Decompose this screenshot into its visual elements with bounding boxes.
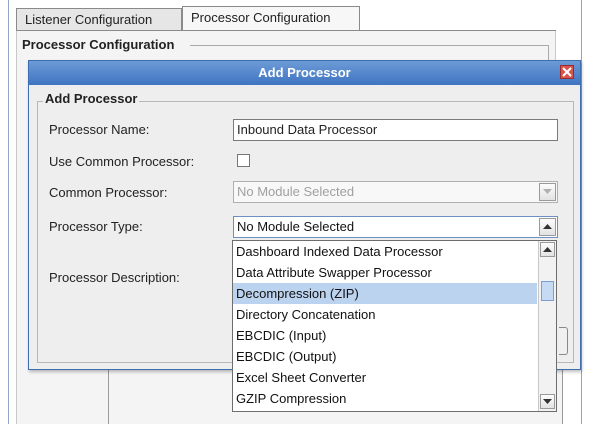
scroll-down-button[interactable] [540, 394, 555, 409]
list-item[interactable]: Excel Sheet Converter [233, 367, 537, 388]
processor-type-label: Processor Type: [49, 219, 143, 234]
common-processor-dropdown-button[interactable] [539, 183, 556, 201]
list-item[interactable]: EBCDIC (Output) [233, 346, 537, 367]
processor-name-label: Processor Name: [49, 122, 150, 137]
processor-type-dropdown-list: Dashboard Indexed Data Processor Data At… [232, 240, 557, 412]
common-processor-label: Common Processor: [49, 185, 168, 200]
tab-listener-configuration[interactable]: Listener Configuration [16, 8, 182, 30]
scrollbar-thumb[interactable] [541, 281, 554, 301]
panel-group-title: Processor Configuration [22, 37, 177, 52]
use-common-processor-checkbox[interactable] [237, 154, 250, 167]
list-item[interactable]: EBCDIC (Input) [233, 325, 537, 346]
processor-description-label: Processor Description: [49, 270, 180, 285]
list-item[interactable]: Data Attribute Swapper Processor [233, 262, 537, 283]
processor-type-value: No Module Selected [237, 219, 355, 234]
processor-type-select[interactable]: No Module Selected [233, 216, 558, 238]
use-common-processor-label: Use Common Processor: [49, 154, 195, 169]
scroll-up-button[interactable] [540, 242, 555, 257]
common-processor-value: No Module Selected [237, 184, 355, 199]
chevron-up-icon [543, 247, 552, 252]
tab-divider [16, 30, 556, 31]
common-processor-select[interactable]: No Module Selected [233, 181, 558, 203]
list-item[interactable]: Directory Concatenation [233, 304, 537, 325]
list-item[interactable]: Decompression (ZIP) [233, 283, 537, 304]
dialog-button-partial[interactable] [559, 327, 568, 355]
dialog-title: Add Processor [258, 65, 351, 80]
dropdown-scrollbar[interactable] [538, 241, 556, 411]
dialog-titlebar: Add Processor [29, 61, 580, 85]
close-button[interactable] [560, 65, 574, 79]
list-item[interactable]: Dashboard Indexed Data Processor [233, 241, 537, 262]
group-border-top [190, 45, 548, 46]
tab-processor-configuration[interactable]: Processor Configuration [182, 6, 360, 30]
chevron-down-icon [543, 189, 552, 194]
processor-name-input[interactable]: Inbound Data Processor [233, 119, 558, 141]
chevron-up-icon [543, 224, 552, 229]
processor-type-dropdown-button[interactable] [539, 218, 556, 236]
chevron-down-icon [543, 399, 552, 404]
list-item[interactable]: GZIP Compression [233, 388, 537, 409]
fieldset-legend: Add Processor [43, 91, 140, 106]
close-icon [562, 67, 572, 77]
